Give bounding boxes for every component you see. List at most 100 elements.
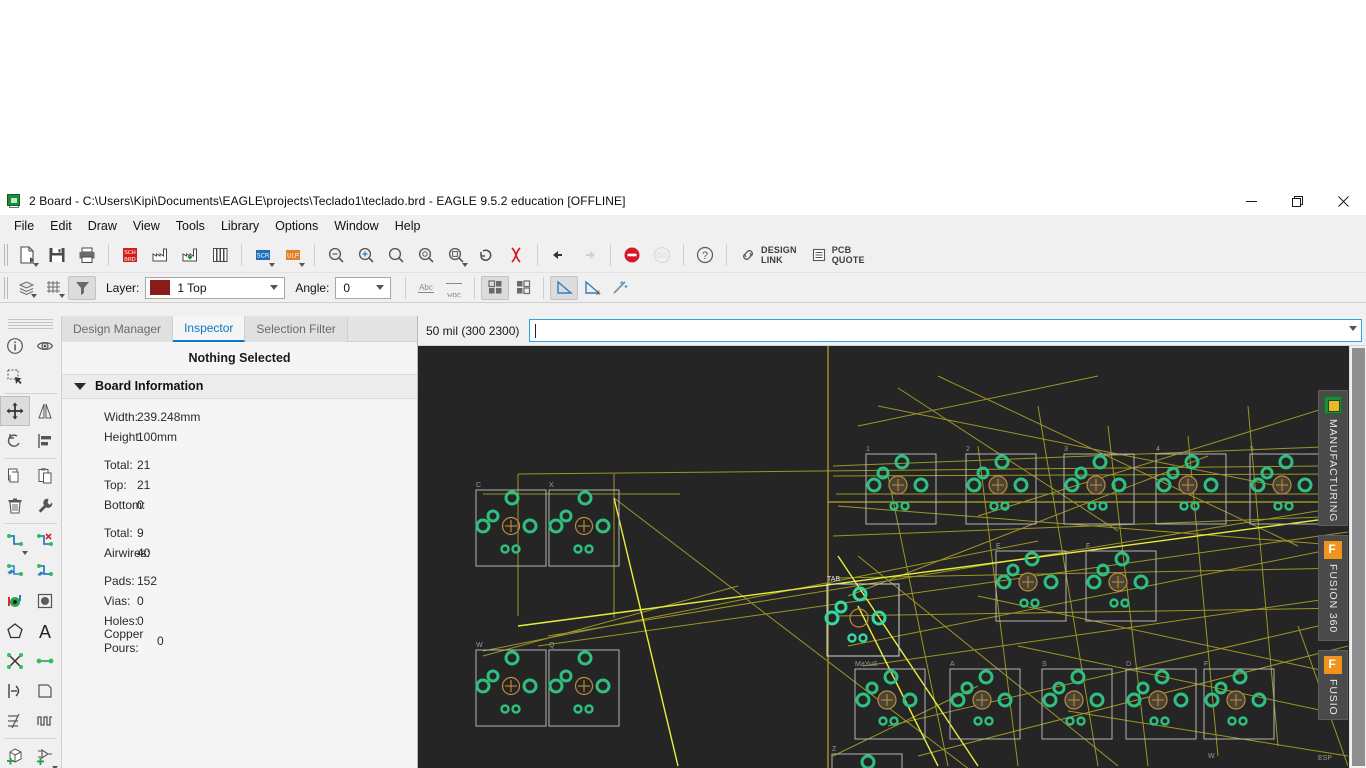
menu-tools[interactable]: Tools (168, 215, 213, 237)
layers-icon[interactable] (12, 276, 40, 300)
package-add-icon[interactable] (0, 741, 30, 768)
ulp-icon[interactable]: ULP (278, 241, 308, 269)
menu-edit[interactable]: Edit (42, 215, 80, 237)
menu-help[interactable]: Help (387, 215, 429, 237)
stop-icon[interactable] (617, 241, 647, 269)
ratsnest-grid-alt-icon[interactable] (509, 276, 537, 300)
library-icon[interactable] (205, 241, 235, 269)
pcb-canvas-area[interactable]: C X W Q 1 2 3 4 5 TAB E F MaYuS A S D F … (418, 346, 1366, 768)
ripup-icon[interactable] (30, 526, 60, 556)
zoom-fit-icon[interactable] (321, 241, 351, 269)
align-icon[interactable] (30, 426, 60, 456)
scrollbar-thumb[interactable] (1352, 348, 1365, 766)
text-mirrored-icon[interactable]: Abc (440, 276, 468, 300)
polygon-icon[interactable] (0, 616, 30, 646)
sparkle-autoroute-icon[interactable] (606, 276, 634, 300)
menu-view[interactable]: View (125, 215, 168, 237)
paste-icon[interactable] (30, 461, 60, 491)
save-icon[interactable] (42, 241, 72, 269)
pcb-layout-view[interactable]: C X W Q 1 2 3 4 5 TAB E F MaYuS A S D F … (418, 346, 1348, 768)
chevron-down-icon[interactable] (372, 278, 388, 298)
via-icon[interactable] (0, 586, 30, 616)
go-icon[interactable]: GO (647, 241, 677, 269)
layer-select[interactable]: 1 Top (145, 276, 286, 299)
manufacturing-icon (1324, 396, 1342, 414)
close-button[interactable] (1320, 188, 1366, 215)
toolbar-grip[interactable] (4, 243, 9, 266)
dimension-icon[interactable] (0, 706, 30, 736)
device-add-icon[interactable] (30, 741, 60, 768)
zoom-select-icon[interactable] (441, 241, 471, 269)
tab-inspector[interactable]: Inspector (173, 316, 246, 342)
svg-text:SCR: SCR (257, 253, 270, 259)
tab-fusion-360[interactable]: FUSION 360 (1318, 535, 1348, 641)
show-eye-icon[interactable] (30, 331, 60, 361)
svg-text:1: 1 (866, 446, 870, 453)
board-information-header[interactable]: Board Information (62, 374, 417, 399)
menu-window[interactable]: Window (326, 215, 386, 237)
chevron-down-icon[interactable] (1349, 326, 1357, 331)
cam-export-icon[interactable] (175, 241, 205, 269)
menu-options[interactable]: Options (267, 215, 326, 237)
script-icon[interactable]: SCR (248, 241, 278, 269)
undo-icon[interactable] (544, 241, 574, 269)
collapse-triangle-icon[interactable] (74, 382, 86, 390)
delete-trash-icon[interactable] (0, 491, 30, 521)
zoom-in-icon[interactable] (351, 241, 381, 269)
mirror-icon[interactable] (30, 396, 60, 426)
redo-icon[interactable] (574, 241, 604, 269)
canvas-vertical-scrollbar[interactable] (1349, 346, 1366, 768)
help-icon[interactable]: ? (690, 241, 720, 269)
board-information-label: Board Information (95, 379, 204, 393)
menu-file[interactable]: File (6, 215, 42, 237)
pcb-quote-button[interactable]: PCB QUOTE (804, 241, 872, 269)
cam-processor-icon[interactable] (145, 241, 175, 269)
grid-icon[interactable] (40, 276, 68, 300)
chevron-down-icon[interactable] (266, 278, 282, 298)
tab-fusion-360-secondary[interactable]: FUSIO (1318, 650, 1348, 720)
rotate-icon[interactable] (0, 426, 30, 456)
move-icon[interactable] (0, 396, 30, 426)
route-icon[interactable] (0, 526, 30, 556)
copy-icon[interactable] (0, 461, 30, 491)
switch-to-schematic-icon[interactable]: SCH BRD (115, 241, 145, 269)
design-link-button[interactable]: DESIGN LINK (733, 241, 804, 269)
text-abc-icon[interactable]: Abc (412, 276, 440, 300)
zoom-out-icon[interactable] (381, 241, 411, 269)
ratsnest-grid-icon[interactable] (481, 275, 510, 300)
menu-library[interactable]: Library (213, 215, 267, 237)
svg-text:F: F (1086, 543, 1090, 550)
autoroute-icon[interactable] (30, 556, 60, 586)
tab-manufacturing[interactable]: MANUFACTURING (1318, 390, 1348, 526)
drc-icon[interactable] (501, 241, 531, 269)
minimize-button[interactable] (1228, 188, 1274, 215)
text-icon[interactable]: A (30, 616, 60, 646)
show-angle-icon[interactable] (550, 275, 579, 300)
tool-palette-grip[interactable] (8, 319, 53, 329)
info-icon[interactable] (0, 331, 30, 361)
mitre-icon[interactable] (0, 676, 30, 706)
options-toolbar-grip[interactable] (4, 276, 9, 299)
rect-icon[interactable] (30, 676, 60, 706)
open-file-icon[interactable] (12, 241, 42, 269)
angle-select[interactable]: 0 (335, 276, 392, 299)
property-key: Pads: (104, 574, 135, 588)
group-select-icon[interactable] (0, 361, 30, 391)
tab-selection-filter[interactable]: Selection Filter (245, 317, 348, 342)
svg-text:4: 4 (1156, 446, 1160, 453)
wire-icon[interactable] (30, 646, 60, 676)
print-icon[interactable] (72, 241, 102, 269)
signal-icon[interactable] (30, 706, 60, 736)
command-input[interactable] (529, 319, 1362, 342)
filter-icon[interactable] (68, 275, 96, 300)
refresh-icon[interactable] (471, 241, 501, 269)
tab-design-manager[interactable]: Design Manager (62, 317, 174, 342)
hide-angle-icon[interactable]: x (578, 276, 606, 300)
ratsnest-icon[interactable] (0, 556, 30, 586)
zoom-redraw-icon[interactable] (411, 241, 441, 269)
restore-button[interactable] (1274, 188, 1320, 215)
menu-draw[interactable]: Draw (80, 215, 125, 237)
split-icon[interactable] (0, 646, 30, 676)
change-wrench-icon[interactable] (30, 491, 60, 521)
pad-icon[interactable] (30, 586, 60, 616)
